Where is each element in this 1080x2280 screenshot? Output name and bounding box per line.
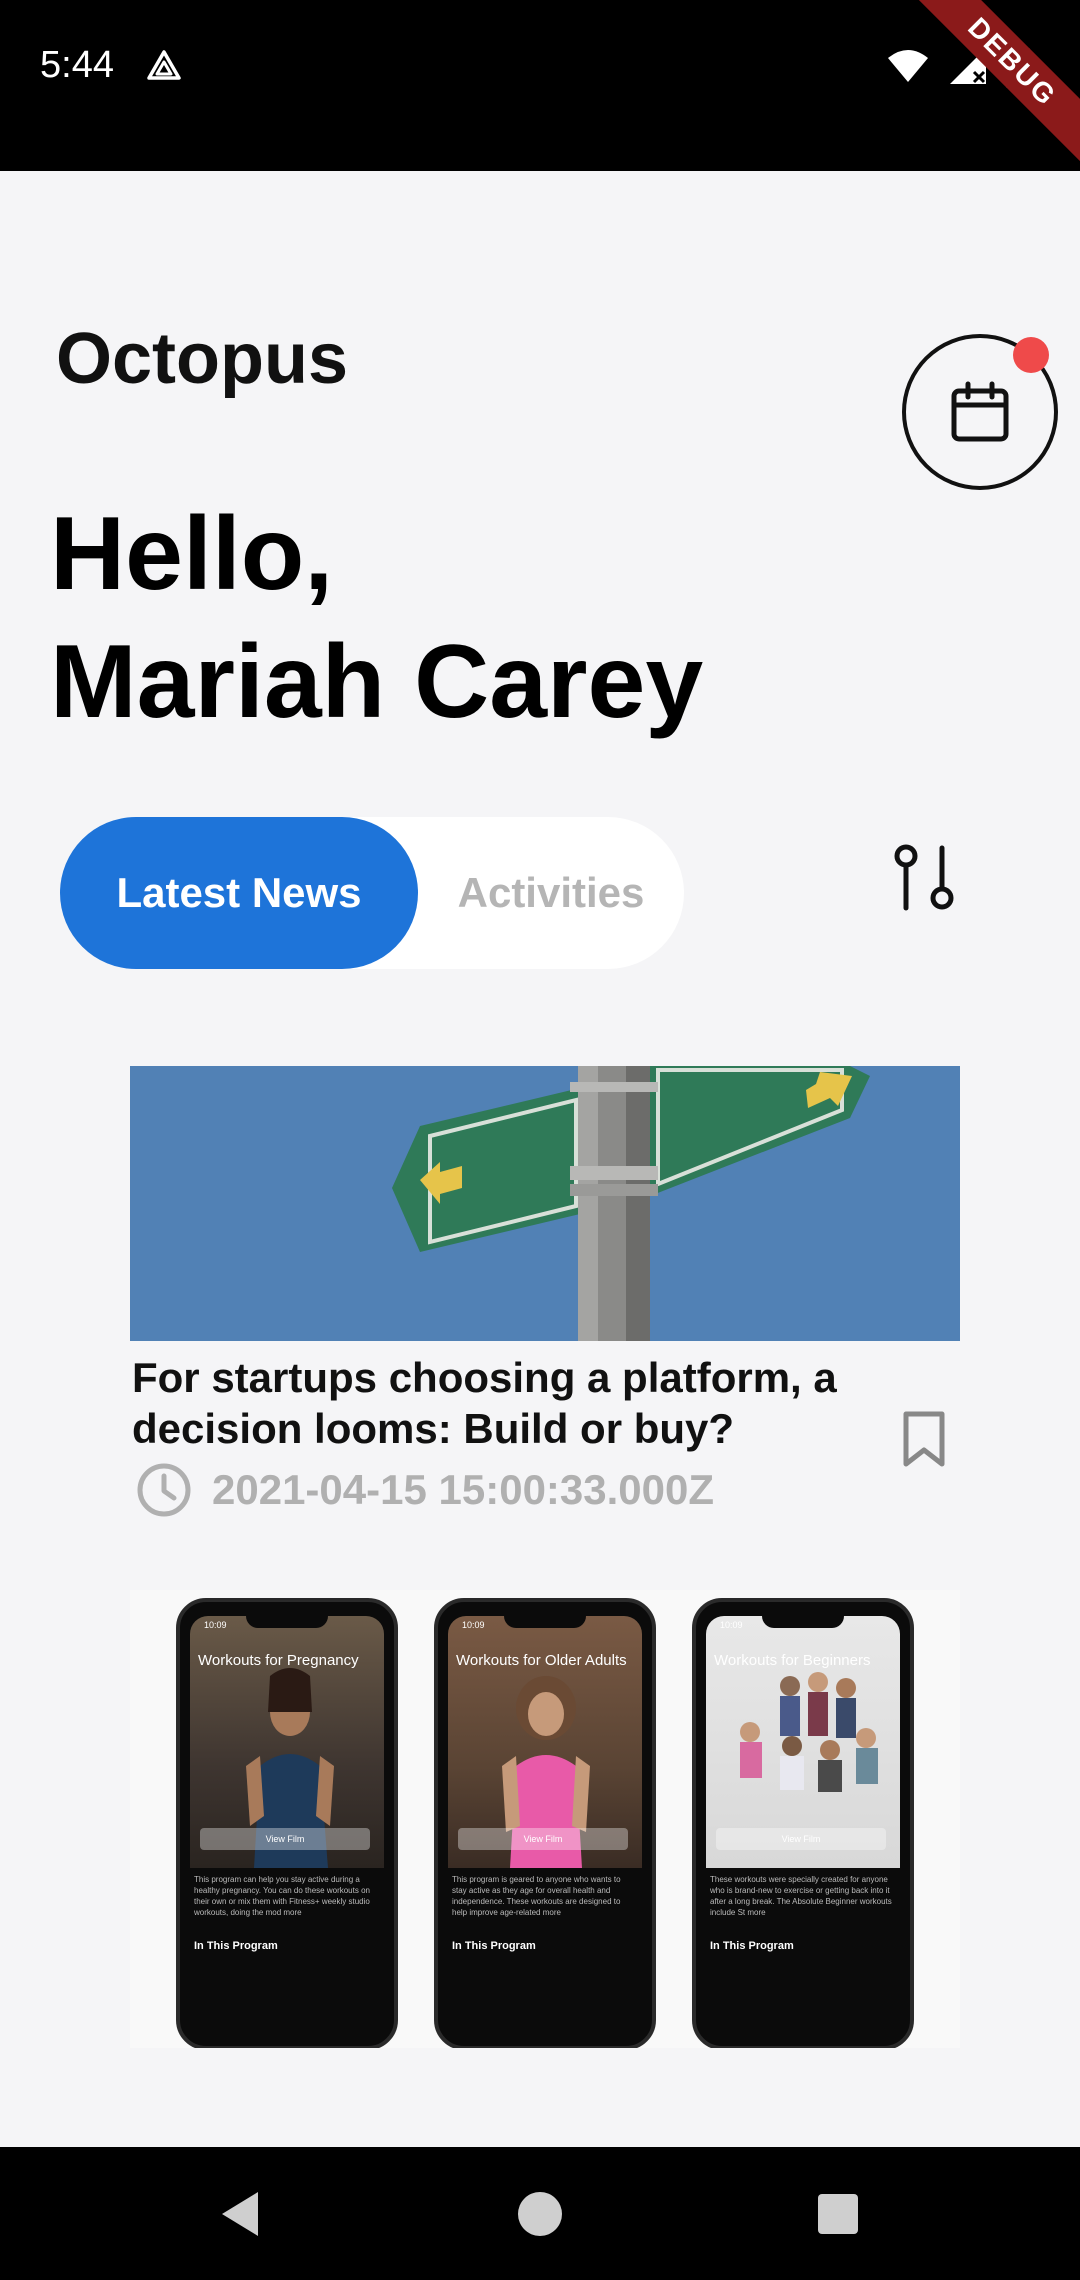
bookmark-icon[interactable] [900,1410,948,1468]
greeting: Hello, Mariah Carey [50,490,703,746]
app-title: Octopus [56,319,349,399]
phone-mockup: 10:09 Workouts for Pregnancy View Film T… [176,1598,398,2048]
news-date: 2021-04-15 15:00:33.000Z [212,1466,715,1513]
back-icon[interactable] [218,2190,262,2238]
news-tabs: Latest News Activities [60,817,684,969]
tab-latest-news[interactable]: Latest News [60,817,418,969]
clock-icon [137,1463,191,1517]
tab-activities[interactable]: Activities [418,817,684,969]
wifi-icon [888,50,928,82]
status-bar: 5:44 DEBUG [0,0,1080,171]
greeting-line-1: Hello, [50,496,334,612]
calendar-icon [951,381,1009,442]
recents-icon[interactable] [818,2194,858,2234]
status-time: 5:44 [40,44,114,86]
drive-triangle-icon [147,50,181,80]
user-name: Mariah Carey [50,624,704,740]
news-image[interactable] [130,1066,960,1341]
phone-mockup: 10:09 Workouts for Older Adults View Fil… [434,1598,656,2048]
phone-mockup: 10:09 Workouts for Beginners View Film T… [692,1598,914,2048]
news-image-2[interactable]: 10:09 Workouts for Pregnancy View Film T… [130,1590,960,2048]
notification-badge [1013,337,1049,373]
app-screen: 5:44 DEBUG Octopus Hello, Mariah Carey L… [0,0,1080,2280]
street-sign-image [130,1066,960,1341]
news-title[interactable]: For startups choosing a platform, a deci… [132,1352,892,1454]
home-icon[interactable] [518,2192,562,2236]
filter-icon[interactable] [890,842,962,914]
news-meta: 2021-04-15 15:00:33.000Z [136,1462,714,1518]
